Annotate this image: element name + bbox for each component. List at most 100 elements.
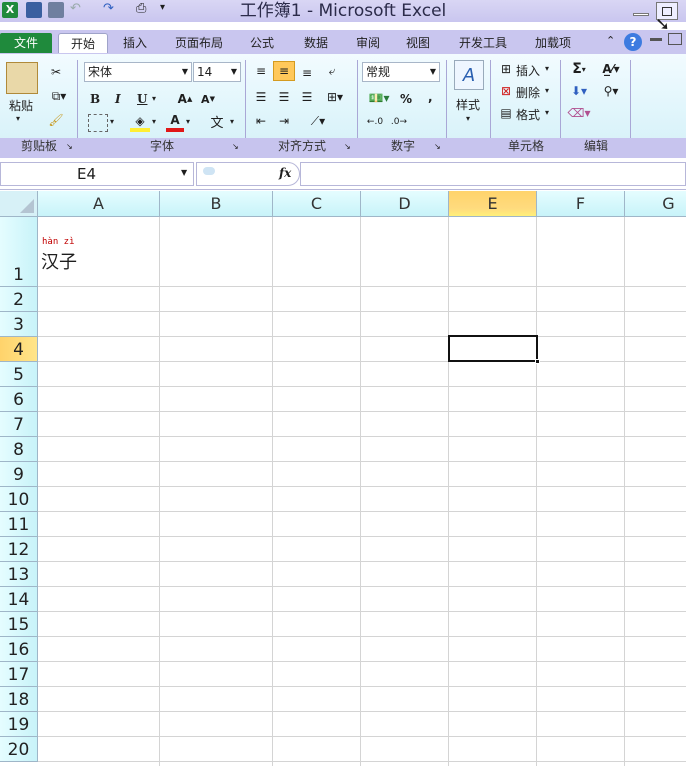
row-header-15[interactable]: 15 bbox=[0, 612, 38, 637]
accounting-format-icon[interactable]: 💵▾ bbox=[364, 88, 394, 108]
tab-page-layout[interactable]: 页面布局 bbox=[168, 33, 230, 53]
align-right-icon[interactable]: ☰ bbox=[298, 88, 316, 106]
column-header-a[interactable]: A bbox=[38, 191, 160, 217]
borders-icon[interactable] bbox=[88, 114, 108, 132]
phonetic-guide-icon[interactable]: 文 bbox=[206, 110, 228, 132]
row-header-5[interactable]: 5 bbox=[0, 362, 38, 387]
insert-dropdown-icon[interactable]: ▾ bbox=[545, 64, 549, 73]
underline-button[interactable]: U bbox=[137, 92, 147, 106]
font-color-dropdown-icon[interactable]: ▾ bbox=[186, 117, 190, 126]
minimize-ribbon-icon[interactable]: ⌃ bbox=[606, 34, 615, 47]
row-header-19[interactable]: 19 bbox=[0, 712, 38, 737]
row-header-1[interactable]: 1 bbox=[0, 217, 38, 287]
row-header-16[interactable]: 16 bbox=[0, 637, 38, 662]
copy-icon[interactable]: ⧉▾ bbox=[46, 86, 72, 106]
row-header-14[interactable]: 14 bbox=[0, 587, 38, 612]
clear-icon[interactable]: ⌫▾ bbox=[566, 104, 592, 122]
column-header-f[interactable]: F bbox=[537, 191, 625, 217]
delete-cells-button[interactable]: 删除 bbox=[516, 84, 540, 101]
tab-home[interactable]: 开始 bbox=[58, 33, 108, 53]
tab-review[interactable]: 审阅 bbox=[348, 33, 388, 53]
row-header-12[interactable]: 12 bbox=[0, 537, 38, 562]
row-header-13[interactable]: 13 bbox=[0, 562, 38, 587]
fill-icon[interactable]: ⬇▾ bbox=[566, 82, 592, 100]
tab-formulas[interactable]: 公式 bbox=[242, 33, 282, 53]
font-launcher-icon[interactable]: ↘ bbox=[232, 142, 239, 151]
bold-button[interactable]: B bbox=[90, 92, 100, 106]
styles-button-label[interactable]: 样式 bbox=[456, 96, 480, 113]
shrink-font-icon[interactable]: A ▼ bbox=[199, 90, 217, 108]
increase-decimal-icon[interactable]: ←.0 bbox=[364, 112, 386, 132]
format-cells-button[interactable]: 格式 bbox=[516, 106, 540, 123]
column-header-c[interactable]: C bbox=[273, 191, 361, 217]
row-header-3[interactable]: 3 bbox=[0, 312, 38, 337]
styles-icon[interactable]: A bbox=[454, 60, 484, 90]
insert-cells-icon[interactable]: ⊞ bbox=[497, 61, 515, 77]
grow-font-icon[interactable]: A ▲ bbox=[176, 90, 194, 108]
format-cells-icon[interactable]: ▤ bbox=[497, 105, 515, 121]
insert-cells-button[interactable]: 插入 bbox=[516, 62, 540, 79]
align-center-icon[interactable]: ☰ bbox=[275, 88, 293, 106]
tab-data[interactable]: 数据 bbox=[296, 33, 336, 53]
autosum-icon[interactable]: Σ ▾ bbox=[566, 60, 592, 78]
comma-style-button[interactable]: , bbox=[428, 90, 433, 104]
workbook-restore-icon[interactable] bbox=[668, 33, 682, 45]
active-cell-e4[interactable] bbox=[448, 335, 540, 364]
column-header-b[interactable]: B bbox=[160, 191, 273, 217]
styles-dropdown-icon[interactable]: ▾ bbox=[466, 114, 470, 123]
phonetic-dropdown-icon[interactable]: ▾ bbox=[230, 117, 234, 126]
row-header-6[interactable]: 6 bbox=[0, 387, 38, 412]
alignment-launcher-icon[interactable]: ↘ bbox=[344, 142, 351, 151]
paste-dropdown-icon[interactable]: ▾ bbox=[16, 114, 20, 123]
formula-input[interactable] bbox=[300, 162, 686, 186]
align-left-icon[interactable]: ☰ bbox=[252, 88, 270, 106]
italic-button[interactable]: I bbox=[115, 92, 121, 106]
orientation-icon[interactable]: ⟋▾ bbox=[305, 112, 331, 130]
number-launcher-icon[interactable]: ↘ bbox=[434, 142, 441, 151]
tab-file[interactable]: 文件 bbox=[0, 33, 52, 53]
tab-insert[interactable]: 插入 bbox=[114, 33, 156, 53]
row-header-11[interactable]: 11 bbox=[0, 512, 38, 537]
insert-function-icon[interactable]: fx bbox=[279, 166, 291, 180]
format-painter-icon[interactable]: 🖌 bbox=[46, 110, 66, 130]
name-box[interactable]: E4 ▼ bbox=[0, 162, 194, 186]
number-format-select[interactable]: 常规 ▼ bbox=[362, 62, 440, 82]
row-header-7[interactable]: 7 bbox=[0, 412, 38, 437]
format-dropdown-icon[interactable]: ▾ bbox=[545, 108, 549, 117]
delete-dropdown-icon[interactable]: ▾ bbox=[545, 86, 549, 95]
fill-color-dropdown-icon[interactable]: ▾ bbox=[152, 117, 156, 126]
cut-icon[interactable]: ✂ bbox=[46, 62, 66, 82]
expand-handle-icon[interactable] bbox=[203, 167, 215, 175]
clipboard-launcher-icon[interactable]: ↘ bbox=[66, 142, 73, 151]
column-header-e[interactable]: E bbox=[449, 191, 537, 217]
paste-label[interactable]: 粘贴 bbox=[9, 97, 33, 114]
borders-dropdown-icon[interactable]: ▾ bbox=[110, 117, 114, 126]
align-middle-icon[interactable]: ≡ bbox=[273, 61, 295, 81]
align-top-icon[interactable]: ≡ bbox=[252, 62, 270, 80]
tab-add-ins[interactable]: 加载项 bbox=[528, 33, 578, 53]
wrap-text-icon[interactable]: ⤶ bbox=[322, 62, 342, 80]
fill-color-icon[interactable]: ◈ bbox=[130, 114, 150, 132]
minimize-icon[interactable] bbox=[630, 2, 652, 20]
paste-icon[interactable] bbox=[6, 62, 38, 94]
increase-indent-icon[interactable]: ⇥ bbox=[275, 112, 293, 130]
row-header-2[interactable]: 2 bbox=[0, 287, 38, 312]
decrease-indent-icon[interactable]: ⇤ bbox=[252, 112, 270, 130]
row-header-20[interactable]: 20 bbox=[0, 737, 38, 762]
row-header-4[interactable]: 4 bbox=[0, 337, 38, 362]
font-color-icon[interactable]: A bbox=[166, 112, 184, 132]
decrease-decimal-icon[interactable]: .0→ bbox=[388, 112, 410, 132]
column-header-d[interactable]: D bbox=[361, 191, 449, 217]
find-select-icon[interactable]: ⚲▾ bbox=[598, 82, 624, 100]
help-icon[interactable]: ? bbox=[624, 33, 642, 51]
workbook-minimize-icon[interactable] bbox=[650, 38, 662, 41]
merge-center-icon[interactable]: ⊞▾ bbox=[322, 88, 348, 106]
tab-view[interactable]: 视图 bbox=[398, 33, 438, 53]
row-header-9[interactable]: 9 bbox=[0, 462, 38, 487]
font-name-select[interactable]: 宋体 ▼ bbox=[84, 62, 192, 82]
select-all-button[interactable] bbox=[0, 191, 38, 217]
sort-filter-icon[interactable]: A̲⁄▾ bbox=[598, 60, 624, 78]
row-header-17[interactable]: 17 bbox=[0, 662, 38, 687]
delete-cells-icon[interactable]: ⊠ bbox=[497, 83, 515, 99]
column-header-g[interactable]: G bbox=[625, 191, 686, 217]
